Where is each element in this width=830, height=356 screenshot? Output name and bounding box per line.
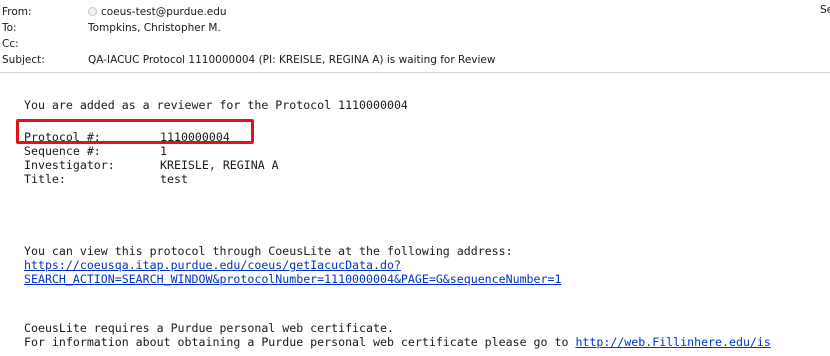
to-value[interactable]: Tompkins, Christopher M. [88,20,221,36]
protocol-link-continued[interactable]: SEARCH_ACTION=SEARCH_WINDOW&protocolNumb… [24,272,561,286]
cert-info-link[interactable]: http://web.Fillinhere.edu/is [575,335,770,349]
protocol-number-highlight [16,119,254,144]
field-label: Sequence #: [24,144,101,158]
field-value: test [160,172,188,186]
cc-label: Cc: [2,38,19,50]
protocol-link[interactable]: https://coeusqa.itap.purdue.edu/coeus/ge… [24,258,401,272]
cert-info-text: For information about obtaining a Purdue… [24,335,576,349]
sent-label-clipped: Se [820,4,830,16]
from-label: From: [2,6,32,18]
message-body: You are added as a reviewer for the Prot… [0,73,830,356]
protocol-link-line1[interactable]: https://coeusqa.itap.purdue.edu/coeus/ge… [24,258,401,272]
cert-requirement: CoeusLite requires a Purdue personal web… [24,321,394,335]
intro-text: You are added as a reviewer for the Prot… [24,98,408,112]
protocol-link-line2[interactable]: SEARCH_ACTION=SEARCH_WINDOW&protocolNumb… [24,272,561,286]
subject-label: Subject: [2,54,45,66]
from-address[interactable]: coeus-test@purdue.edu [101,6,227,18]
presence-status-icon [88,7,97,16]
cert-info-line: For information about obtaining a Purdue… [24,335,771,349]
message-header: From: coeus-test@purdue.edu Se To: Tompk… [0,0,830,72]
from-value[interactable]: coeus-test@purdue.edu [88,4,227,20]
subject-value: QA-IACUC Protocol 1110000004 (PI: KREISL… [88,54,496,66]
field-value: KREISLE, REGINA A [160,158,279,172]
field-value: 1 [160,144,167,158]
field-label: Investigator: [24,158,115,172]
to-label: To: [2,22,17,34]
field-label: Title: [24,172,66,186]
view-instructions: You can view this protocol through Coeus… [24,244,513,258]
